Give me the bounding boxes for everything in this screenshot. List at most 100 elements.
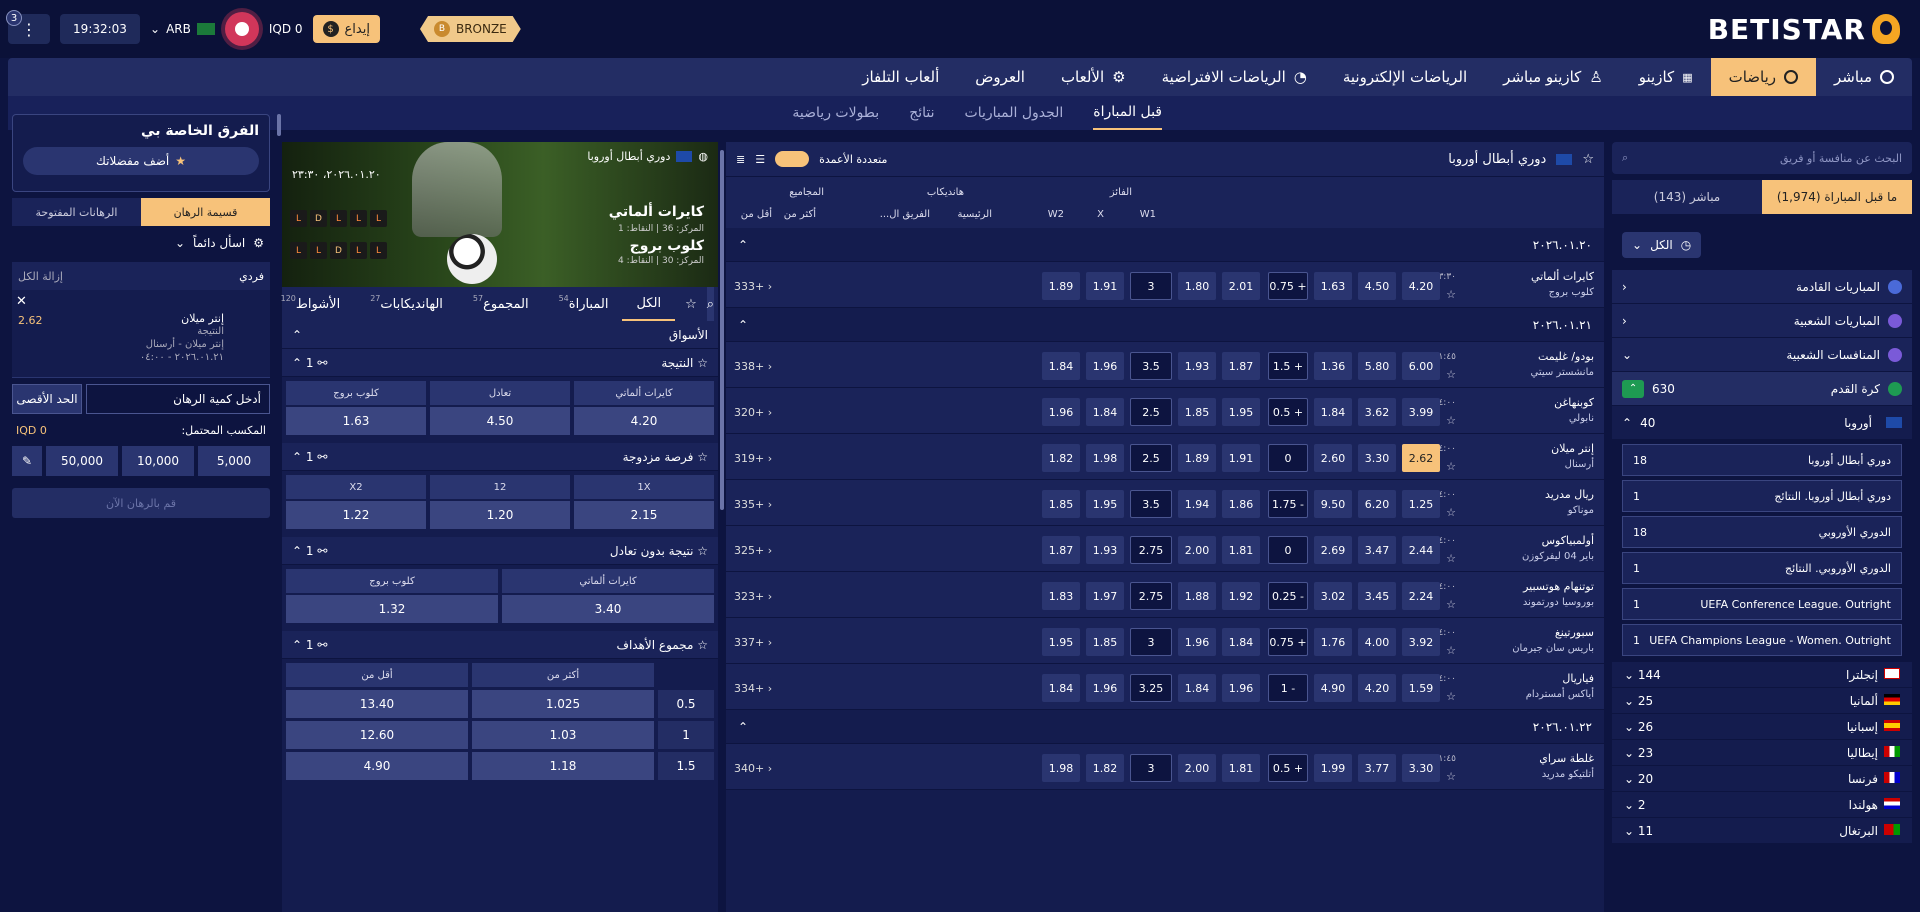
league-item[interactable]: الدوري الأوروبي. النتائج 1	[1622, 552, 1902, 584]
table-row[interactable]: أولمبياكوس باير 04 ليفركوزن ٠٤:٠٠ ☆ 2.44 3.…	[726, 526, 1604, 572]
odd-button-x[interactable]: 6.20	[1358, 490, 1396, 518]
odd-button-x[interactable]: 3.47	[1358, 536, 1396, 564]
country-item-england[interactable]: إنجلترا 144 ⌄	[1612, 662, 1912, 688]
nav-tv-games[interactable]: ألعاب التلفاز	[844, 58, 957, 96]
odd-button-tl[interactable]: 3	[1130, 628, 1172, 656]
tab-results[interactable]: نتائج	[909, 96, 934, 130]
odd-button-w1[interactable]: 1.59	[1402, 674, 1440, 702]
odd-button-h1[interactable]: 1.92	[1222, 582, 1260, 610]
odd-button[interactable]: 12.60	[286, 721, 468, 749]
star-icon[interactable]: ☆	[697, 356, 708, 370]
nav-live[interactable]: مباشر	[1816, 58, 1912, 96]
max-stake-button[interactable]: الحد الأقصى	[12, 384, 82, 414]
nav-esports[interactable]: الرياضات الإلكترونية	[1325, 58, 1485, 96]
nav-sports[interactable]: رياضات	[1710, 58, 1817, 96]
odd-button-w1[interactable]: 2.62	[1402, 444, 1440, 472]
more-markets-link[interactable]: ‹ +325	[734, 544, 772, 557]
odd-button-x[interactable]: 3.77	[1358, 754, 1396, 782]
tab-tournaments[interactable]: بطولات رياضية	[792, 96, 879, 130]
logo[interactable]: BETISTAR	[1708, 12, 1900, 46]
odd-button[interactable]: 4.20	[574, 407, 714, 435]
nav-promotions[interactable]: العروض	[957, 58, 1043, 96]
edit-stakes-button[interactable]: ✎	[12, 446, 42, 476]
odd-button-hl[interactable]: 0	[1268, 444, 1308, 472]
date-header[interactable]: ٢٠٢٦.٠١.٢١ ⌃	[726, 308, 1604, 342]
odd-button-u[interactable]: 1.84	[1042, 674, 1080, 702]
table-row[interactable]: سبورتينغ باريس سان جيرمان ٠٤:٠٠ ☆ 3.92 4.00…	[726, 618, 1604, 664]
odd-button-h1[interactable]: 1.96	[1222, 674, 1260, 702]
odd-button-hl[interactable]: - 1	[1268, 674, 1308, 702]
tab-bet-slip[interactable]: قسيمة الرهان	[141, 198, 270, 226]
odd-button-w1[interactable]: 2.24	[1402, 582, 1440, 610]
odd-button[interactable]: 2.15	[574, 501, 714, 529]
scrollbar[interactable]	[720, 150, 724, 510]
tab-live-count[interactable]: مباشر (143)	[1612, 180, 1762, 214]
search-icon[interactable]: ⌕	[706, 287, 714, 321]
table-row[interactable]: فياريال أياكس أمستردام ٠٤:٠٠ ☆ 1.59 4.20 4.9…	[726, 664, 1604, 710]
odd-button-hl[interactable]: + 1.5	[1268, 352, 1308, 380]
odd-button-o[interactable]: 1.96	[1086, 674, 1124, 702]
sidebar-item-upcoming[interactable]: المباريات القادمة ‹	[1612, 270, 1912, 304]
odd-button-o[interactable]: 1.91	[1086, 272, 1124, 300]
odd-button-h2[interactable]: 1.85	[1178, 398, 1216, 426]
more-markets-link[interactable]: ‹ +335	[734, 498, 772, 511]
odd-button-w1[interactable]: 2.44	[1402, 536, 1440, 564]
odd-button-x[interactable]: 5.80	[1358, 352, 1396, 380]
odd-button[interactable]: 1.63	[286, 407, 426, 435]
star-icon[interactable]: ☆	[697, 544, 708, 558]
odd-button-tl[interactable]: 2.75	[1130, 536, 1172, 564]
odd-button-h1[interactable]: 1.95	[1222, 398, 1260, 426]
tab-handicaps[interactable]: الهانديكابات 27	[354, 287, 457, 321]
place-bet-button[interactable]: قم بالرهان الآن	[12, 488, 270, 518]
sidebar-item-europe[interactable]: أوروبا 40 ⌃	[1612, 406, 1912, 440]
odd-button-hl[interactable]: - 1.75	[1268, 490, 1308, 518]
country-item-italy[interactable]: إيطاليا 23 ⌄	[1612, 740, 1912, 766]
date-header[interactable]: ٢٠٢٦.٠١.٢٠ ⌃	[726, 228, 1604, 262]
odd-button-w2[interactable]: 2.60	[1314, 444, 1352, 472]
quick-stake-button[interactable]: 5,000	[198, 446, 270, 476]
odd-button[interactable]: 1.025	[472, 690, 654, 718]
odd-button-x[interactable]: 3.30	[1358, 444, 1396, 472]
country-item-portugal[interactable]: البرتغال 11 ⌄	[1612, 818, 1912, 844]
more-markets-link[interactable]: ‹ +319	[734, 452, 772, 465]
odd-button-h2[interactable]: 2.00	[1178, 536, 1216, 564]
odd-button-tl[interactable]: 3	[1130, 272, 1172, 300]
odd-button-hl[interactable]: + 0.75	[1268, 272, 1308, 300]
odd-button-x[interactable]: 4.50	[1358, 272, 1396, 300]
bet-type-single[interactable]: فردي	[239, 270, 264, 283]
tier-badge[interactable]: B BRONZE	[419, 16, 521, 42]
odd-button-tl[interactable]: 2.75	[1130, 582, 1172, 610]
odd-button-w1[interactable]: 3.92	[1402, 628, 1440, 656]
star-icon[interactable]: ☆	[1446, 552, 1456, 565]
league-item[interactable]: دوري أبطال أوروبا. النتائج 1	[1622, 480, 1902, 512]
odd-button-u[interactable]: 1.96	[1042, 398, 1080, 426]
odd-button-u[interactable]: 1.98	[1042, 754, 1080, 782]
league-item[interactable]: دوري أبطال أوروبا 18	[1622, 444, 1902, 476]
odd-button[interactable]: 1.20	[430, 501, 570, 529]
league-item[interactable]: UEFA Champions League - Women. Outright 1	[1622, 624, 1902, 656]
table-row[interactable]: إنتر ميلان أرسنال ٠٤:٠٠ ☆ 2.62 3.30 2.60 0 1.9…	[726, 434, 1604, 480]
tab-prematch[interactable]: قبل المباراة	[1093, 96, 1162, 130]
star-icon[interactable]: ☆	[1446, 690, 1456, 703]
market-draw-no-bet[interactable]: ☆ نتيجة بدون تعادل ⚯ 1 ⌃	[282, 537, 718, 565]
remove-all-button[interactable]: إزالة الكل	[18, 270, 63, 283]
odd-button-tl[interactable]: 2.5	[1130, 398, 1172, 426]
odd-button-w2[interactable]: 1.63	[1314, 272, 1352, 300]
star-icon[interactable]: ☆	[1582, 152, 1594, 167]
star-icon[interactable]: ☆	[1446, 414, 1456, 427]
odd-button-o[interactable]: 1.95	[1086, 490, 1124, 518]
odd-button-u[interactable]: 1.84	[1042, 352, 1080, 380]
more-markets-link[interactable]: ‹ +333	[734, 280, 772, 293]
odd-button-tl[interactable]: 3.25	[1130, 674, 1172, 702]
odd-button-w1[interactable]: 3.30	[1402, 754, 1440, 782]
odd-button-w2[interactable]: 1.36	[1314, 352, 1352, 380]
markets-header[interactable]: الأسواق ⌃	[282, 321, 718, 349]
scrollbar[interactable]	[277, 114, 281, 136]
more-markets-link[interactable]: ‹ +337	[734, 636, 772, 649]
nav-virtual[interactable]: ◔ الرياضات الافتراضية	[1144, 58, 1325, 96]
odd-button-u[interactable]: 1.83	[1042, 582, 1080, 610]
odd-button-x[interactable]: 4.20	[1358, 674, 1396, 702]
odd-button-w1[interactable]: 3.99	[1402, 398, 1440, 426]
time-filter[interactable]: ◷ الكل ⌄	[1622, 232, 1702, 258]
country-item-germany[interactable]: ألمانيا 25 ⌄	[1612, 688, 1912, 714]
